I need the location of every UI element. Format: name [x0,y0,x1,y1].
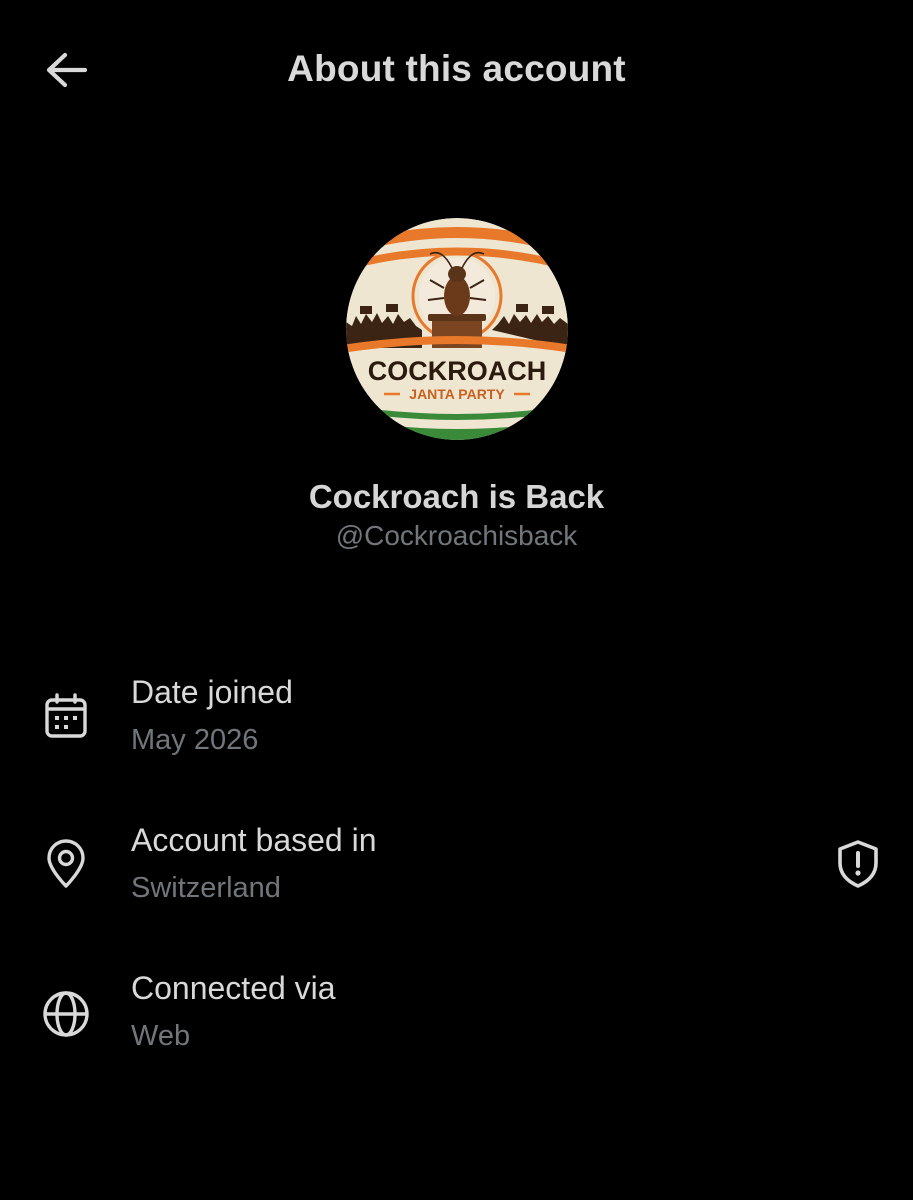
page-title: About this account [287,48,626,89]
detail-row-account-based-in: Account based in Switzerland [0,822,913,932]
detail-value: Web [131,1020,191,1052]
detail-label: Account based in [131,822,377,858]
shield-alert-icon[interactable] [830,836,886,892]
logo-text-line1: COCKROACH [368,356,547,386]
detail-row-date-joined: Date joined May 2026 [0,672,913,782]
top-bar: About this account [0,0,913,140]
avatar[interactable]: COCKROACH JANTA PARTY [346,218,568,440]
detail-value: Switzerland [131,872,281,904]
about-account-screen: About this account COCKROACH JANTA PARTY… [0,0,913,1200]
user-handle: @Cockroachisback [335,520,578,551]
detail-value: May 2026 [131,724,259,756]
detail-row-connected-via: Connected via Web [0,970,913,1080]
calendar-icon [38,688,94,744]
logo-text-line2: JANTA PARTY [409,386,505,402]
party-logo-image: COCKROACH JANTA PARTY [346,218,568,440]
display-name: Cockroach is Back [308,478,605,515]
globe-icon [38,986,94,1042]
detail-label: Connected via [131,970,336,1006]
detail-label: Date joined [131,674,293,710]
location-pin-icon [38,836,94,892]
